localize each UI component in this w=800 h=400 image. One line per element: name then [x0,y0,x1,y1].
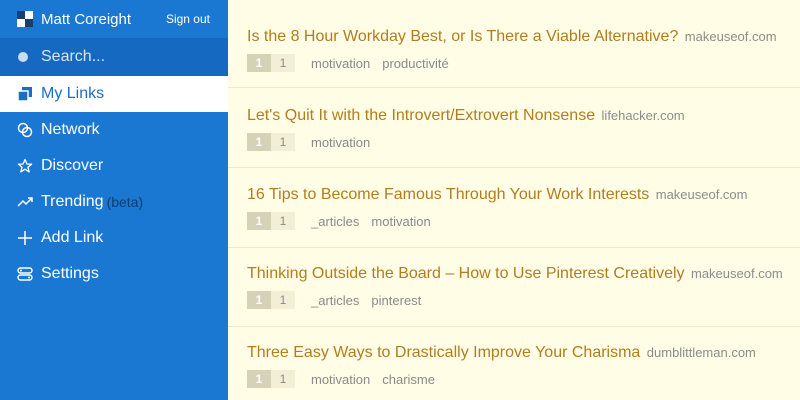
tag-link[interactable]: charisme [382,372,435,387]
link-title[interactable]: Let's Quit It with the Introvert/Extrove… [247,107,595,124]
nav-item-discover[interactable]: Discover [0,148,228,184]
plus-icon [17,230,33,246]
nav-item-my-links[interactable]: My Links [0,76,228,112]
tag-link[interactable]: motivation [311,135,370,150]
count-badge: 1 [271,291,295,309]
link-title[interactable]: Is the 8 Hour Workday Best, or Is There … [247,28,678,45]
tag-link[interactable]: productivité [382,56,448,71]
link-title[interactable]: Three Easy Ways to Drastically Improve Y… [247,344,640,361]
link-meta: 1 1 motivation [247,133,382,151]
count-badge: 1 [247,291,271,309]
tag-link[interactable]: _articles [311,293,359,308]
link-list: Is the 8 Hour Workday Best, or Is There … [228,0,800,400]
list-item: Is the 8 Hour Workday Best, or Is There … [228,0,800,88]
nav-item-settings[interactable]: Settings [0,256,228,292]
sidebar-header: Matt Coreight Sign out [0,0,228,38]
link-meta: 1 1 _articles motivation [247,212,443,230]
trending-icon [17,194,33,210]
list-item: Let's Quit It with the Introvert/Extrove… [228,88,800,168]
link-meta: 1 1 motivation productivité [247,54,461,72]
network-icon [17,122,33,138]
user-name: Matt Coreight [41,10,132,28]
link-title[interactable]: Thinking Outside the Board – How to Use … [247,265,685,282]
search-input[interactable] [41,48,211,66]
sign-out-link[interactable]: Sign out [166,12,210,26]
count-badge: 1 [271,212,295,230]
link-domain: dumblittleman.com [646,345,756,360]
link-meta: 1 1 motivation charisme [247,370,447,388]
star-icon [17,158,33,174]
sidebar: Matt Coreight Sign out My Links Network … [0,0,228,400]
nav-item-label: Settings [41,265,99,282]
nav-item-label: Add Link [41,229,104,246]
list-item: Thinking Outside the Board – How to Use … [228,247,800,327]
count-badge: 1 [247,212,271,230]
link-domain: lifehacker.com [601,108,685,123]
list-item: 16 Tips to Become Famous Through Your Wo… [228,168,800,248]
count-badge: 1 [247,133,271,151]
stack-icon [17,86,33,102]
link-title[interactable]: 16 Tips to Become Famous Through Your Wo… [247,186,649,203]
link-domain: makeuseof.com [684,29,777,44]
count-badge: 1 [247,370,271,388]
link-meta: 1 1 _articles pinterest [247,291,433,309]
link-domain: makeuseof.com [691,266,783,281]
tag-link[interactable]: motivation [371,214,430,229]
nav-item-label: Network [41,121,100,138]
list-item: Three Easy Ways to Drastically Improve Y… [228,326,800,400]
nav-item-label: My Links [41,85,105,102]
nav-item-add-link[interactable]: Add Link [0,220,228,256]
settings-icon [17,266,33,282]
nav-item-network[interactable]: Network [0,112,228,148]
link-domain: makeuseof.com [655,187,748,202]
search-bar [0,38,228,76]
nav-item-label: Discover [41,157,104,174]
nav-item-trending[interactable]: Trending (beta) [0,184,228,220]
tag-link[interactable]: _articles [311,214,359,229]
tag-link[interactable]: motivation [311,372,370,387]
tag-link[interactable]: motivation [311,56,370,71]
count-badge: 1 [247,54,271,72]
search-icon [18,52,28,62]
count-badge: 1 [271,370,295,388]
nav-item-label: Trending [41,193,104,210]
count-badge: 1 [271,54,295,72]
app-logo-icon [17,11,33,27]
count-badge: 1 [271,133,295,151]
tag-link[interactable]: pinterest [371,293,421,308]
beta-badge: (beta) [106,194,144,210]
